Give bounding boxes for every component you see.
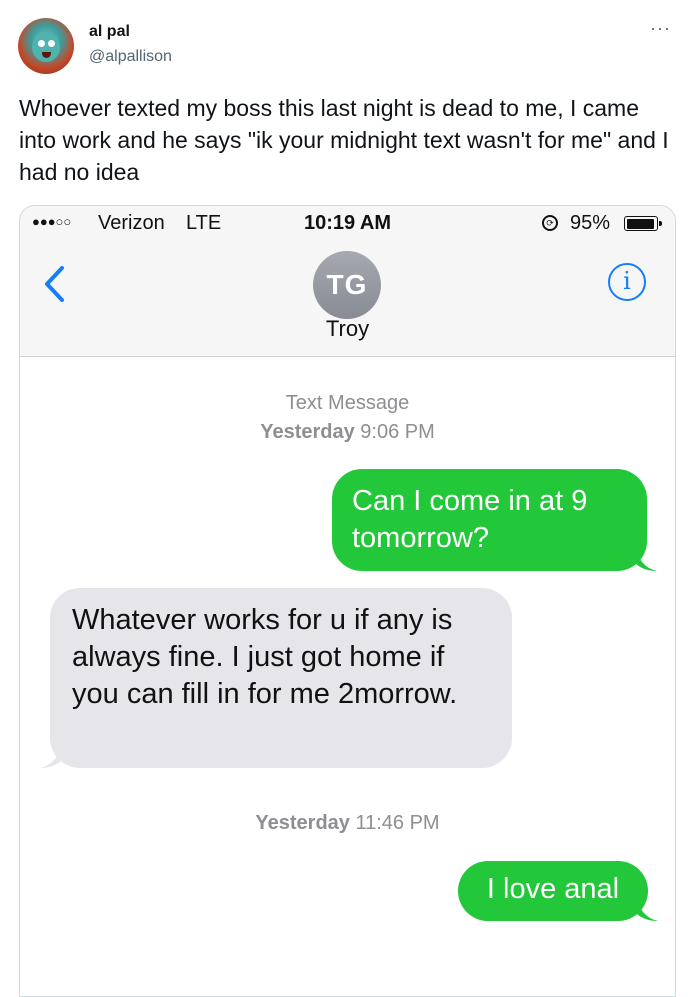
- timestamp-time: 11:46 PM: [355, 812, 440, 834]
- avatar-eye-left: [38, 40, 45, 47]
- message-bubble-received[interactable]: Whatever works for u if any is always fi…: [40, 588, 512, 768]
- battery-tip: [659, 221, 662, 226]
- battery-fill: [626, 218, 655, 229]
- author-handle[interactable]: @alpallison: [89, 48, 172, 66]
- timestamp-day: Yesterday: [255, 812, 350, 834]
- message-text: Whatever works for u if any is always fi…: [72, 604, 458, 710]
- info-icon[interactable]: i: [608, 263, 646, 301]
- messages-nav-bar: ●●●○○ Verizon LTE 10:19 AM ⟳ 95% TG Troy…: [20, 206, 675, 357]
- user-avatar[interactable]: [18, 18, 74, 74]
- avatar-eye-right: [48, 40, 55, 47]
- screenshot-media[interactable]: ●●●○○ Verizon LTE 10:19 AM ⟳ 95% TG Troy…: [19, 205, 676, 997]
- timestamp-1: Yesterday 9:06 PM: [20, 418, 675, 447]
- conversation-label: Text Message: [285, 392, 410, 414]
- author-name[interactable]: al pal: [89, 23, 130, 41]
- bubble-tail: [635, 545, 657, 571]
- rotation-lock-icon: ⟳: [542, 215, 558, 231]
- tweet-header: al pal @alpallison ···: [0, 0, 700, 90]
- ellipsis-icon[interactable]: ···: [650, 18, 671, 39]
- message-bubble-sent[interactable]: I love anal: [458, 861, 658, 921]
- back-chevron-icon[interactable]: [42, 264, 68, 304]
- timestamp-time: 9:06 PM: [360, 421, 435, 443]
- timestamp-day: Yesterday: [260, 421, 355, 443]
- timestamp-2: Yesterday 11:46 PM: [20, 809, 675, 838]
- message-bubble-sent[interactable]: Can I come in at 9 tomorrow?: [332, 469, 657, 571]
- tweet-text: Whoever texted my boss this last night i…: [19, 95, 669, 185]
- bubble-tail: [40, 742, 62, 768]
- bubble-tail: [636, 895, 658, 921]
- battery-percent: 95%: [570, 212, 611, 234]
- message-text: I love anal: [486, 873, 620, 905]
- contact-avatar[interactable]: TG: [313, 251, 381, 319]
- battery-icon: [624, 216, 662, 231]
- message-text: Can I come in at 9 tomorrow?: [352, 485, 588, 554]
- contact-name[interactable]: Troy: [20, 316, 675, 342]
- status-bar: ●●●○○ Verizon LTE 10:19 AM ⟳ 95%: [20, 206, 675, 240]
